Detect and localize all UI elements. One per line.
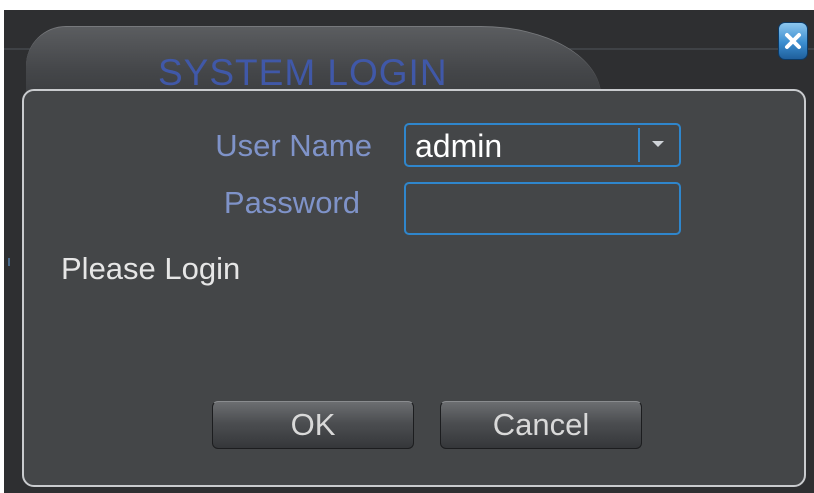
status-message: Please Login bbox=[61, 251, 241, 286]
username-label: User Name bbox=[215, 128, 372, 163]
username-dropdown-button[interactable] bbox=[638, 128, 676, 162]
username-select[interactable]: admin bbox=[404, 123, 681, 167]
ok-button-label: OK bbox=[290, 407, 336, 442]
ok-button[interactable]: OK bbox=[212, 401, 414, 449]
username-value: admin bbox=[415, 128, 503, 164]
close-button[interactable] bbox=[778, 22, 808, 60]
cancel-button-label: Cancel bbox=[492, 407, 590, 442]
screen: SYSTEM LOGIN User Name admin Password Pl… bbox=[0, 0, 814, 493]
chevron-down-icon bbox=[651, 136, 665, 154]
password-label: Password bbox=[223, 185, 360, 220]
close-icon bbox=[784, 32, 802, 50]
dialog-title-tab: SYSTEM LOGIN bbox=[26, 26, 601, 97]
password-input[interactable] bbox=[406, 184, 679, 233]
cancel-button[interactable]: Cancel bbox=[440, 401, 642, 449]
password-field-frame bbox=[404, 182, 681, 235]
login-panel: User Name admin Password Please Login OK… bbox=[22, 89, 806, 487]
backdrop-marker bbox=[8, 258, 10, 266]
